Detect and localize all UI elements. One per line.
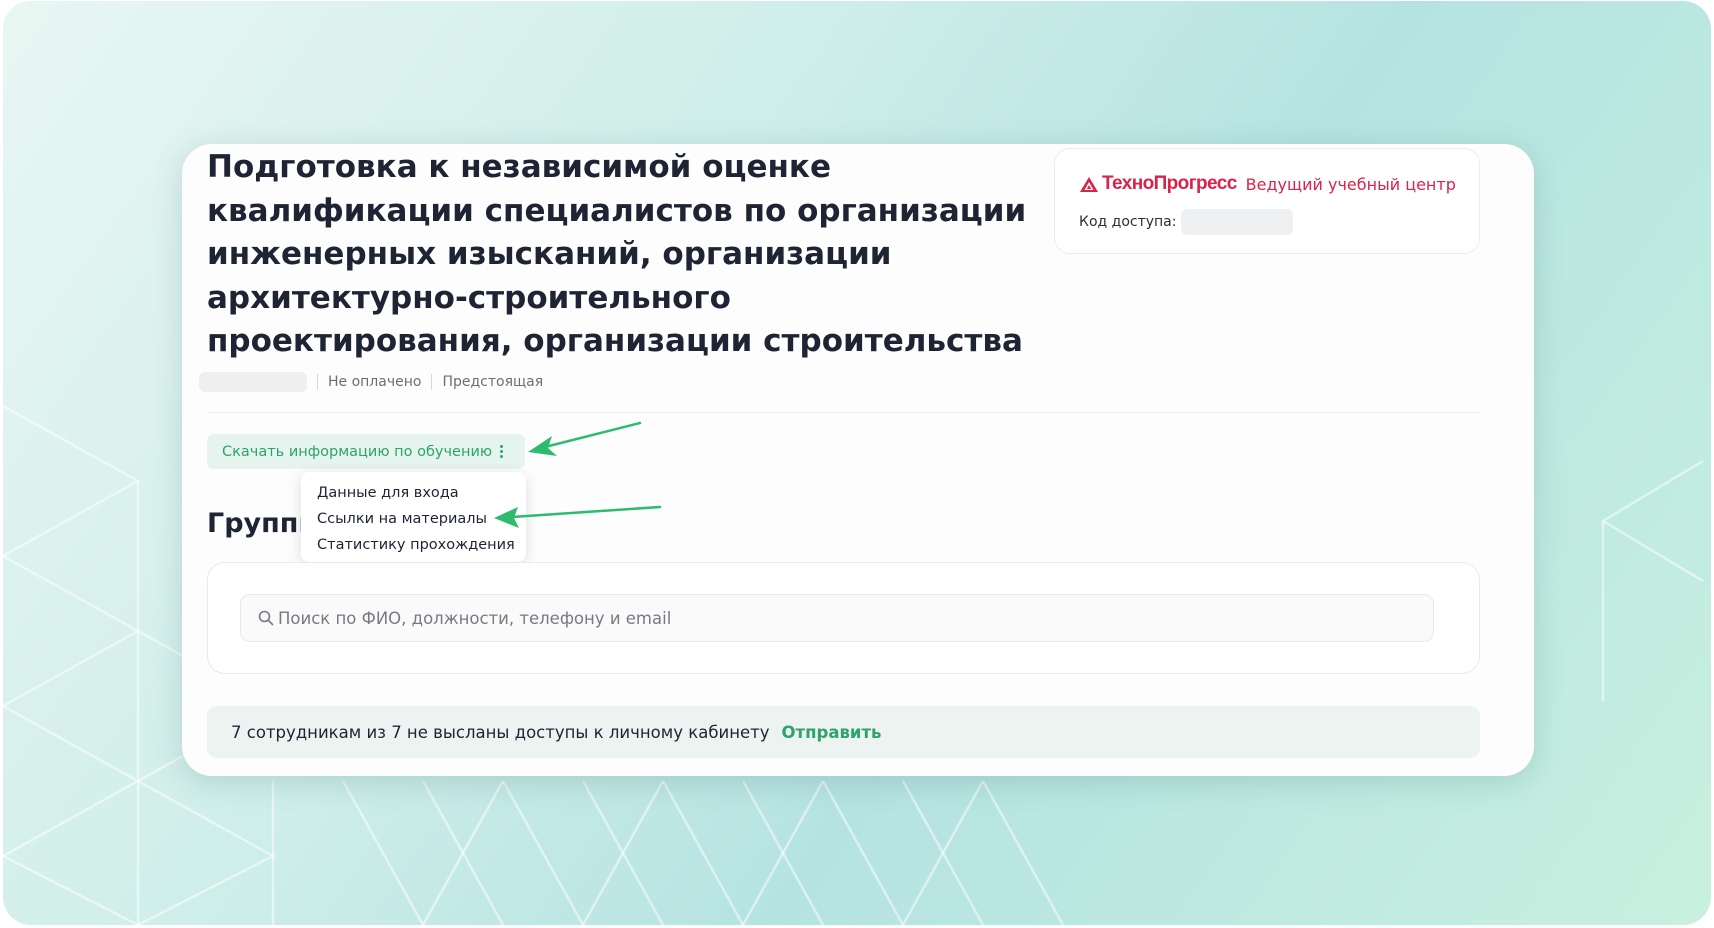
- send-access-link[interactable]: Отправить: [782, 723, 882, 742]
- notice-text: 7 сотрудникам из 7 не высланы доступы к …: [231, 722, 770, 742]
- course-title: Подготовка к независимой оценке квалифик…: [207, 149, 1027, 359]
- search-placeholder: Поиск по ФИО, должности, телефону и emai…: [278, 608, 672, 628]
- download-info-label: Скачать информацию по обучению: [222, 443, 493, 460]
- download-dropdown-menu: Данные для входа Ссылки на материалы Ста…: [301, 472, 526, 562]
- triangle-logo-icon: [1080, 176, 1098, 192]
- payment-status: Не оплачено: [328, 374, 422, 390]
- provider-logo: ТехноПрогресс: [1079, 173, 1237, 195]
- search-panel: Поиск по ФИО, должности, телефону и emai…: [207, 562, 1480, 674]
- access-code-value: [1181, 209, 1294, 235]
- access-code-label: Код доступа:: [1079, 214, 1177, 230]
- access-code-row: Код доступа:: [1079, 209, 1294, 235]
- menu-item-progress-stats[interactable]: Статистику прохождения: [301, 532, 526, 558]
- meta-divider: [431, 374, 433, 390]
- menu-item-material-links[interactable]: Ссылки на материалы: [301, 506, 526, 532]
- schedule-status: Предстоящая: [442, 374, 544, 390]
- provider-card: ТехноПрогресс Ведущий учебный центр Код …: [1054, 148, 1480, 254]
- hidden-date-value: [199, 372, 307, 392]
- download-info-button[interactable]: Скачать информацию по обучению: [207, 434, 525, 469]
- provider-tagline: Ведущий учебный центр: [1245, 174, 1456, 194]
- meta-divider: [317, 374, 318, 390]
- course-meta: Не оплачено Предстоящая: [199, 372, 543, 392]
- kebab-menu-icon[interactable]: [500, 445, 504, 458]
- search-input[interactable]: Поиск по ФИО, должности, телефону и emai…: [240, 594, 1434, 642]
- provider-name: ТехноПрогресс: [1102, 173, 1237, 194]
- search-icon: [258, 609, 276, 627]
- provider-brand: ТехноПрогресс Ведущий учебный центр: [1079, 173, 1456, 195]
- access-notice-banner: 7 сотрудникам из 7 не высланы доступы к …: [207, 706, 1480, 758]
- menu-item-login-data[interactable]: Данные для входа: [301, 480, 526, 506]
- section-divider: [207, 412, 1479, 413]
